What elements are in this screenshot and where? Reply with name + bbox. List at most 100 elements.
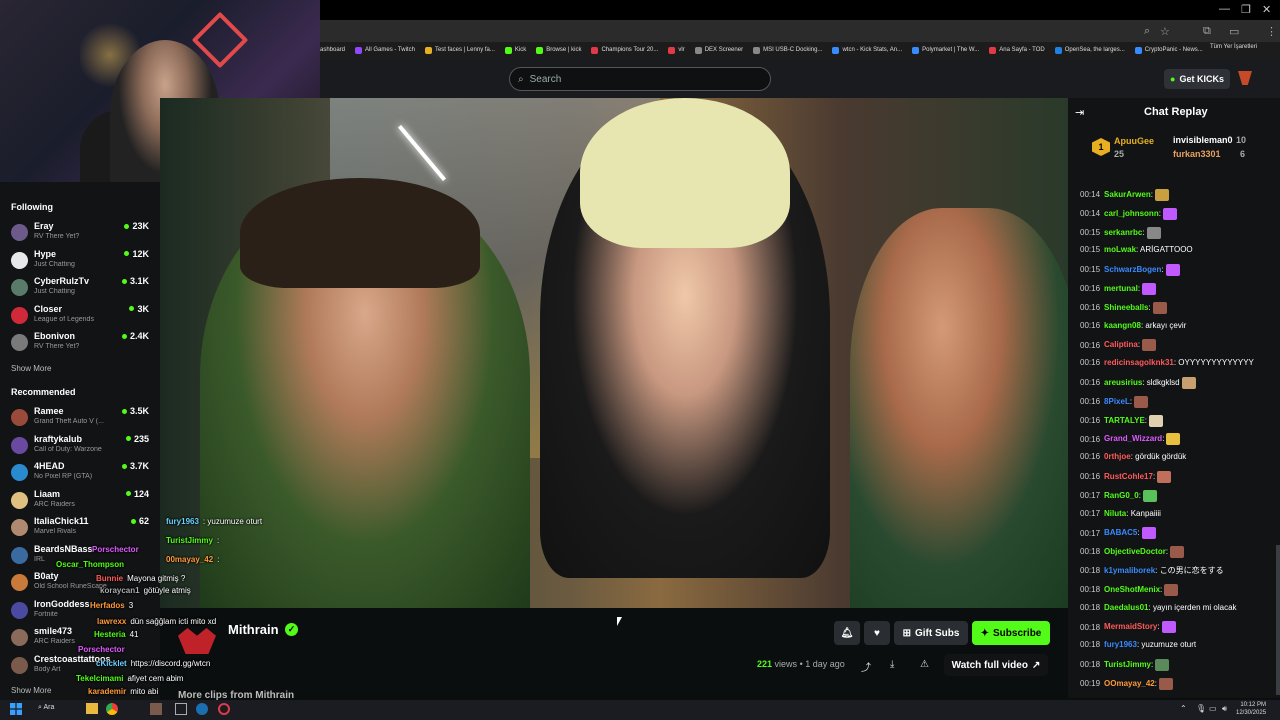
bookmark-item[interactable]: wtcn - Kick Stats, An... (832, 46, 902, 54)
share-icon[interactable]: ⤴ (861, 659, 871, 674)
chat-username[interactable]: Caliptina (1104, 341, 1138, 350)
bookmark-item[interactable]: Champions Tour 20... (591, 46, 658, 54)
bookmark-item[interactable]: Browse | kick (536, 46, 582, 54)
sidebar-channel-cyberrulztv[interactable]: CyberRulzTv Just Chatting 3.1K (11, 276, 156, 300)
get-kicks-button[interactable]: ● Get KICKs (1164, 69, 1230, 89)
top-gifter-1-name[interactable]: ApuuGee (1114, 136, 1154, 146)
tray-chevron-icon[interactable]: ⌃ (1180, 704, 1187, 713)
search-input[interactable]: ⌕ Search (509, 67, 771, 91)
taskbar-search[interactable]: ⌕ Ara (38, 704, 54, 712)
clock-time: 10:12 PM (1240, 702, 1267, 708)
chat-username[interactable]: OOmayay_42 (1104, 679, 1155, 688)
bookmark-item[interactable]: Polymarket | The W... (912, 46, 979, 54)
taskbar-clock[interactable]: 10:12 PM 12/30/2025 (1236, 701, 1266, 717)
app-icon[interactable] (150, 703, 162, 715)
follow-button[interactable]: ♥ (864, 621, 890, 645)
subscribe-button[interactable]: ✦ Subscribe (972, 621, 1050, 645)
app-icon-2[interactable] (175, 703, 187, 715)
video-player[interactable] (160, 98, 1068, 608)
chat-username[interactable]: k1ymaliborek (1104, 566, 1155, 575)
chat-username[interactable]: mertunal (1104, 284, 1138, 293)
viewer-count: 124 (125, 489, 149, 499)
overlay-chat-text: : (217, 555, 220, 564)
folder-icon[interactable] (86, 703, 98, 714)
all-bookmarks[interactable]: Tüm Yer İşaretleri (1210, 44, 1257, 50)
show-more-following[interactable]: Show More (11, 364, 51, 373)
steam-icon[interactable] (196, 703, 208, 715)
volume-icon[interactable]: 🔊︎ (1222, 704, 1227, 714)
gift-subs-button[interactable]: ⊞ Gift Subs (894, 621, 968, 645)
zoom-icon[interactable]: ⌕ (1144, 25, 1150, 38)
bookmark-item[interactable]: All Games - Twitch (355, 46, 415, 54)
overlay-chat-message: Porschector (78, 645, 129, 654)
chat-username[interactable]: moLwak (1104, 245, 1136, 254)
chat-username[interactable]: Shineeballs (1104, 303, 1148, 312)
bookmark-item[interactable]: vlr (668, 46, 685, 54)
sidebar-channel-hype[interactable]: Hype Just Chatting 12K (11, 249, 156, 273)
chat-scrollbar[interactable] (1276, 545, 1280, 695)
chat-username[interactable]: 8PixeL (1104, 397, 1130, 406)
chat-username[interactable]: SakurArwen (1104, 190, 1151, 199)
sidebar-channel-ebonivon[interactable]: Ebonivon RV There Yet? 2.4K (11, 331, 156, 355)
minimize-icon[interactable]: — (1219, 3, 1230, 15)
channel-category: Just Chatting (34, 288, 75, 295)
network-icon[interactable]: ▭ (1209, 704, 1217, 713)
chat-username[interactable]: Grand_Wizzard (1104, 435, 1162, 444)
close-icon[interactable]: ✕ (1262, 3, 1271, 16)
chat-username[interactable]: areusirius (1104, 378, 1142, 387)
collapse-chat-icon[interactable]: ⇥ (1075, 106, 1084, 119)
sidepanel-icon[interactable]: ▭ (1229, 25, 1239, 38)
bookmark-item[interactable]: Test faces | Lenny fa... (424, 46, 495, 54)
notification-bell-button[interactable]: 🔔︎ (834, 621, 860, 645)
top-gifter-3-name[interactable]: furkan3301 (1173, 149, 1221, 159)
channel-name: Ebonivon (34, 331, 75, 341)
chat-username[interactable]: MermaidStory (1104, 623, 1157, 632)
chat-username[interactable]: carl_johnsonn (1104, 209, 1159, 218)
chat-username[interactable]: OneShotMenix (1104, 585, 1160, 594)
sidebar-channel-eray[interactable]: Eray RV There Yet? 23K (11, 221, 156, 245)
menu-icon[interactable]: ⋮ (1266, 25, 1277, 38)
app-icon-3[interactable] (218, 703, 230, 715)
chat-username[interactable]: 0rthjoe (1104, 452, 1131, 461)
chat-username[interactable]: kaangn08 (1104, 321, 1141, 330)
chat-username[interactable]: redicinsagolknk31 (1104, 358, 1174, 367)
chat-username[interactable]: Niluta (1104, 509, 1126, 518)
bookmark-label: ashboard (320, 47, 346, 53)
chat-username[interactable]: ObjectiveDoctor (1104, 547, 1166, 556)
chat-username[interactable]: Daedalus01 (1104, 603, 1148, 612)
overlay-chat-user: 00mayay_42 (166, 555, 214, 564)
maximize-icon[interactable]: ❐ (1241, 3, 1251, 16)
viewer-count-value: 3.1K (129, 276, 149, 286)
sidebar-channel-ramee[interactable]: Ramee Grand Theft Auto V (... 3.5K (11, 406, 156, 430)
chat-username[interactable]: RanG0_0 (1104, 491, 1139, 500)
download-icon[interactable]: ⤓ (890, 659, 894, 670)
bookmark-item[interactable]: Kick (504, 46, 526, 54)
extensions-icon[interactable]: ⧉ (1203, 25, 1211, 38)
bookmark-label: Browse | kick (546, 47, 582, 53)
top-gifter-2-name[interactable]: invisibleman0 (1173, 135, 1233, 145)
bookmark-item[interactable]: Ana Sayfa - TOD (989, 46, 1045, 54)
chat-username[interactable]: TARTALYE (1104, 416, 1145, 425)
sidebar-channel-closer[interactable]: Closer League of Legends 3K (11, 304, 156, 328)
chat-username[interactable]: BABAC5 (1104, 529, 1137, 538)
bookmark-item[interactable]: OpenSea, the larges... (1054, 46, 1125, 54)
report-icon[interactable]: ⚠ (920, 659, 929, 670)
bookmark-item[interactable]: CryptoPanic - News... (1134, 46, 1203, 54)
sidebar-channel-kraftykalub[interactable]: kraftykalub Call of Duty: Warzone 235 (11, 434, 156, 458)
chrome-icon[interactable] (106, 703, 118, 715)
bookmark-item[interactable]: DEX Screener (694, 46, 743, 54)
chat-username[interactable]: serkanrbc (1104, 228, 1142, 237)
chat-username[interactable]: TuristJimmy (1104, 660, 1151, 669)
sidebar-channel-4head[interactable]: 4HEAD No Pixel RP (GTA) 3.7K (11, 461, 156, 485)
bookmark-item[interactable]: ashboard (320, 47, 345, 53)
mic-icon[interactable]: 🎙︎ (1196, 704, 1206, 713)
channel-name: Hype (34, 248, 57, 259)
bookmark-item[interactable]: MSI USB-C Docking... (753, 46, 822, 54)
chat-username[interactable]: SchwarzBogen (1104, 265, 1161, 274)
chat-username[interactable]: fury1963 (1104, 640, 1137, 649)
sidebar-channel-liaam[interactable]: Liaam ARC Raiders 124 (11, 489, 156, 513)
star-icon[interactable]: ☆ (1160, 25, 1170, 38)
chat-username[interactable]: RustCohle17 (1104, 472, 1153, 481)
bookmark-favicon-icon (694, 46, 702, 54)
watch-full-video-button[interactable]: Watch full video ↗ (944, 654, 1048, 676)
